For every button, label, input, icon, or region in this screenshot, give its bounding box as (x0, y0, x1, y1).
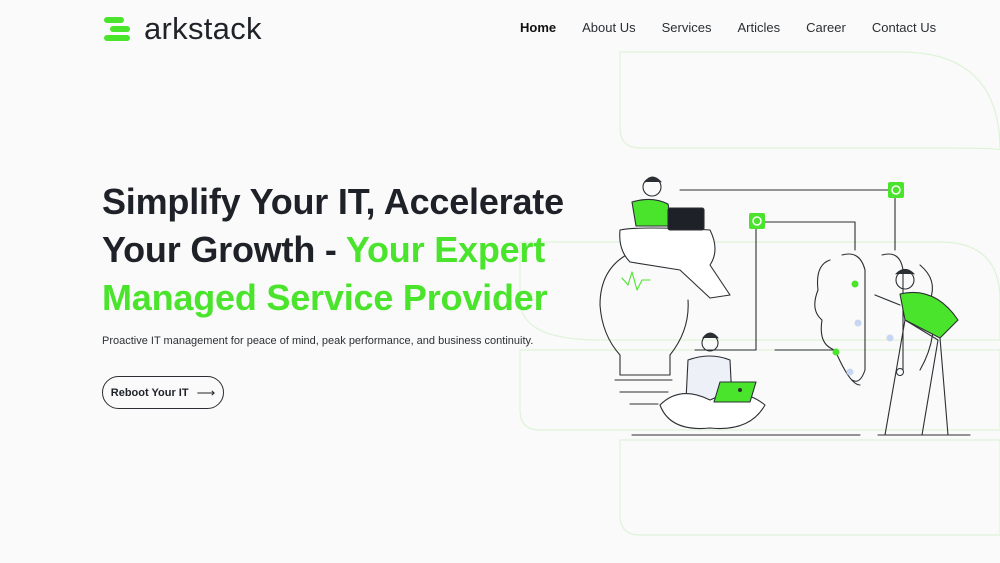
nav-item-contact-us[interactable]: Contact Us (872, 20, 936, 36)
hero-subtitle: Proactive IT management for peace of min… (102, 335, 534, 347)
arrow-right-icon: ⟶ (196, 384, 216, 400)
nav-item-services[interactable]: Services (662, 20, 712, 36)
brand-name: arkstack (144, 11, 262, 46)
brand-logo[interactable]: arkstack (102, 11, 262, 47)
cta-label: Reboot Your IT (110, 386, 189, 399)
main-nav: Home About Us Services Articles Career C… (520, 20, 936, 36)
nav-item-articles[interactable]: Articles (737, 20, 780, 36)
hero-illustration (599, 176, 971, 436)
nav-item-about-us[interactable]: About Us (582, 20, 635, 36)
hero-title: Simplify Your IT, Accelerate Your Growth… (102, 178, 622, 322)
arkstack-logo-icon (104, 17, 130, 41)
nav-item-home[interactable]: Home (520, 20, 556, 36)
nav-item-career[interactable]: Career (806, 20, 846, 36)
reboot-your-it-button[interactable]: Reboot Your IT ⟶ (102, 376, 224, 409)
